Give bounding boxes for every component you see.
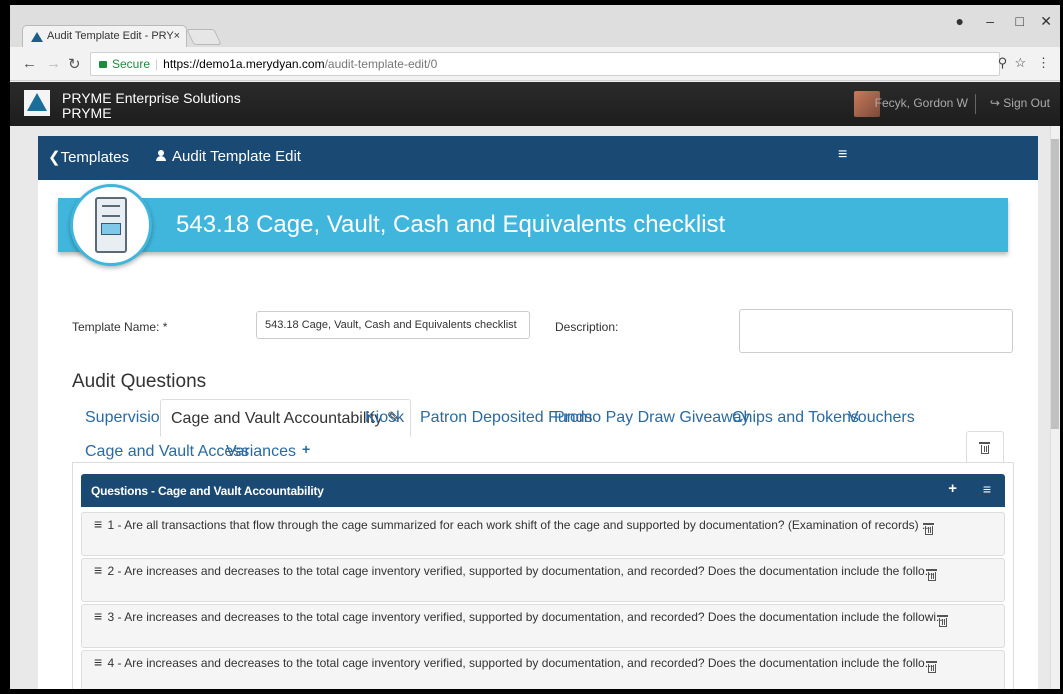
close-window-icon[interactable]: ✕ xyxy=(1040,13,1052,30)
back-label: Templates xyxy=(60,149,129,166)
kiosk-slot xyxy=(102,205,120,217)
browser-actions: ⚲ ☆ ⋮ xyxy=(998,55,1050,71)
questions-menu-icon[interactable]: ≡ xyxy=(983,481,991,497)
tab-label: Cage and Vault Accountability xyxy=(171,410,383,427)
secure-label: Secure xyxy=(112,57,151,71)
maximize-icon[interactable]: □ xyxy=(1016,13,1024,29)
question-item[interactable]: ≡ 1 - Are all transactions that flow thr… xyxy=(81,512,1005,556)
back-to-templates-link[interactable]: ❮Templates xyxy=(48,148,129,166)
star-icon[interactable]: ☆ xyxy=(1015,55,1027,70)
template-name-label: Template Name: * xyxy=(72,320,168,334)
template-title-ribbon: 543.18 Cage, Vault, Cash and Equivalents… xyxy=(58,198,1008,252)
user-icon xyxy=(156,150,166,161)
audit-questions-title: Audit Questions xyxy=(72,371,207,392)
brand-name: PRYME Enterprise Solutions xyxy=(62,90,241,106)
description-textarea[interactable] xyxy=(739,309,1013,353)
kiosk-screen xyxy=(101,223,121,235)
close-tab-icon[interactable]: × xyxy=(174,30,180,42)
browser-window: Audit Template Edit - PRY × ● – □ ✕ ← → … xyxy=(10,5,1060,689)
screen-frame: Audit Template Edit - PRY × ● – □ ✕ ← → … xyxy=(0,0,1063,694)
lock-icon xyxy=(99,61,107,68)
tab-cage-and-vault-access[interactable]: Cage and Vault Access xyxy=(85,443,249,461)
header-divider xyxy=(975,94,976,114)
question-text: 3 - Are increases and decreases to the t… xyxy=(107,610,947,624)
question-item[interactable]: ≡ 2 - Are increases and decreases to the… xyxy=(81,558,1005,602)
tab-kiosk[interactable]: Kiosk xyxy=(365,409,404,427)
browser-titlebar: Audit Template Edit - PRY × ● – □ ✕ xyxy=(10,5,1060,47)
delete-question-icon[interactable] xyxy=(926,569,938,581)
page-title-label: Audit Template Edit xyxy=(172,148,301,165)
tab-chips-and-tokens[interactable]: Chips and Tokens xyxy=(732,409,859,427)
back-arrow-icon[interactable]: ← xyxy=(22,55,37,72)
delete-tab-button[interactable] xyxy=(966,431,1004,463)
questions-header-title: Questions - Cage and Vault Accountabilit… xyxy=(91,484,324,498)
brand-sub: PRYME xyxy=(62,105,112,121)
profile-icon[interactable]: ● xyxy=(956,13,964,29)
kiosk-body xyxy=(95,197,127,253)
tab-title: Audit Template Edit - PRY xyxy=(47,30,174,42)
question-item[interactable]: ≡ 4 - Are increases and decreases to the… xyxy=(81,650,1005,689)
more-menu-icon[interactable]: ⋮ xyxy=(1037,55,1050,70)
sign-out-link[interactable]: ↪ Sign Out xyxy=(990,96,1050,110)
drag-handle-icon[interactable]: ≡ xyxy=(94,608,102,624)
page-title: Audit Template Edit xyxy=(156,148,301,165)
question-text: 1 - Are all transactions that flow throu… xyxy=(107,518,932,532)
reload-icon[interactable]: ↻ xyxy=(68,55,81,73)
tab-promo-pay-draw-giveaway[interactable]: Promo Pay Draw Giveaway xyxy=(554,409,750,427)
drag-handle-icon[interactable]: ≡ xyxy=(94,516,102,532)
sign-out-label: Sign Out xyxy=(1003,96,1050,110)
page-nav-bar: ❮Templates Audit Template Edit ≡ xyxy=(38,136,1038,180)
brand-logo-icon[interactable] xyxy=(24,90,50,116)
question-text: 2 - Are increases and decreases to the t… xyxy=(107,564,935,578)
delete-question-icon[interactable] xyxy=(923,523,935,535)
page-body: ❮Templates Audit Template Edit ≡ 543.18 … xyxy=(10,126,1050,689)
add-question-plus-icon[interactable]: + xyxy=(948,480,957,497)
pryme-logo-icon xyxy=(31,32,43,42)
key-icon[interactable]: ⚲ xyxy=(998,55,1008,70)
minimize-icon[interactable]: – xyxy=(986,13,994,29)
tab-vouchers[interactable]: Vouchers xyxy=(848,409,915,427)
add-tab-plus-icon[interactable]: + xyxy=(302,441,310,457)
delete-question-icon[interactable] xyxy=(926,661,938,673)
url-path: /audit-template-edit/0 xyxy=(324,57,438,71)
tab-supervision[interactable]: Supervision xyxy=(85,409,169,427)
chevron-left-icon: ❮ xyxy=(48,149,61,166)
hamburger-menu-icon[interactable]: ≡ xyxy=(838,146,847,164)
question-text: 4 - Are increases and decreases to the t… xyxy=(107,656,935,670)
scrollbar-thumb[interactable] xyxy=(1051,139,1059,429)
user-name[interactable]: Fecyk, Gordon W xyxy=(875,96,968,110)
app-header: PRYME Enterprise Solutions PRYME Fecyk, … xyxy=(10,82,1060,126)
url-field[interactable]: Secure | https://demo1a.merydyan.com/audit… xyxy=(90,52,1000,76)
forward-arrow-icon[interactable]: → xyxy=(46,55,61,72)
drag-handle-icon[interactable]: ≡ xyxy=(94,654,102,670)
tab-variances[interactable]: Variances xyxy=(226,443,296,461)
trash-icon xyxy=(979,442,990,454)
kiosk-icon xyxy=(70,184,152,266)
main-panel: ❮Templates Audit Template Edit ≡ 543.18 … xyxy=(38,136,1038,689)
template-title: 543.18 Cage, Vault, Cash and Equivalents… xyxy=(176,211,726,238)
browser-tab[interactable]: Audit Template Edit - PRY × xyxy=(22,25,187,47)
drag-handle-icon[interactable]: ≡ xyxy=(94,562,102,578)
sign-out-icon: ↪ xyxy=(989,96,1000,110)
delete-question-icon[interactable] xyxy=(937,615,949,627)
template-name-input[interactable]: 543.18 Cage, Vault, Cash and Equivalents… xyxy=(256,311,530,339)
description-label: Description: xyxy=(555,320,619,334)
questions-header: Questions - Cage and Vault Accountabilit… xyxy=(81,474,1005,507)
address-bar: ← → ↻ Secure | https://demo1a.merydyan.com… xyxy=(10,47,1060,81)
question-item[interactable]: ≡ 3 - Are increases and decreases to the… xyxy=(81,604,1005,648)
url-host: https://demo1a.merydyan.com xyxy=(163,57,325,71)
new-tab-button[interactable] xyxy=(186,29,222,45)
